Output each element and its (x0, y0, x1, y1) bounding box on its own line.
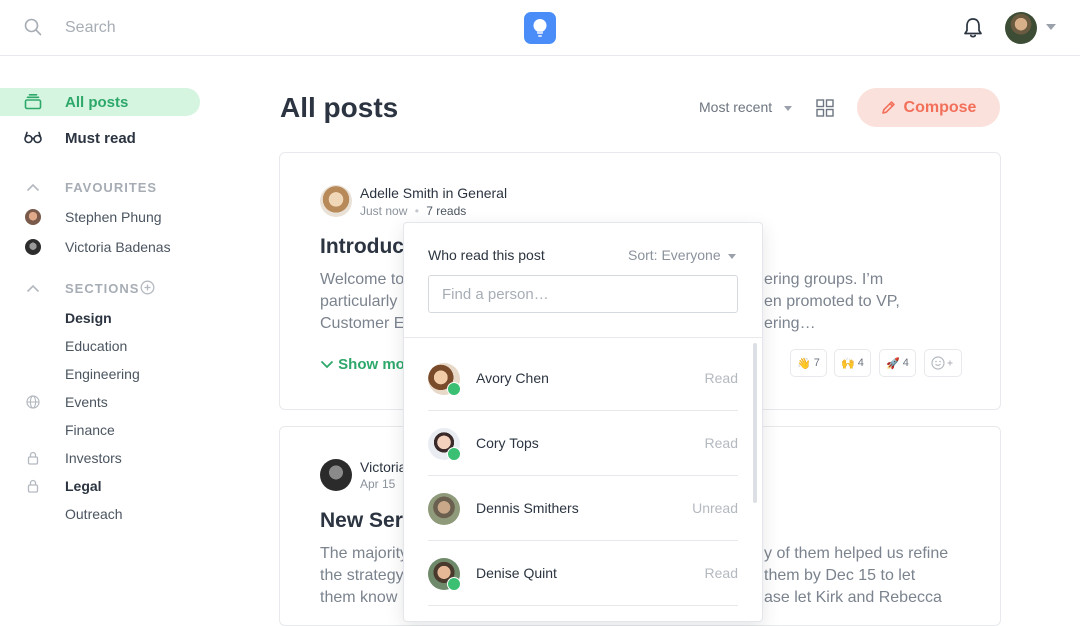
chevron-down-icon[interactable] (784, 106, 792, 111)
post-body-left: The majority the strategy them know (320, 545, 409, 606)
top-bar (0, 0, 1080, 56)
reader-name: Avory Chen (476, 370, 549, 386)
lock-icon (27, 451, 39, 465)
popup-title: Who read this post (428, 247, 545, 263)
post-title[interactable]: New Ser (320, 509, 403, 533)
show-more-link[interactable]: Show mor (320, 356, 411, 373)
reader-row[interactable]: Dennis Smithers Unread (428, 477, 738, 541)
post-body-left: Welcome to particularly Customer E (320, 271, 405, 332)
lock-icon (27, 479, 39, 493)
compose-button[interactable]: Compose (857, 88, 1000, 127)
page-title: All posts (280, 92, 399, 123)
read-check-icon (447, 577, 461, 591)
sidebar-item-label: Must read (65, 130, 136, 147)
find-person-input[interactable] (428, 275, 738, 313)
reader-status: Read (704, 370, 738, 386)
avatar (428, 493, 460, 525)
meta-dot: • (414, 204, 419, 218)
add-reaction-button[interactable] (924, 349, 962, 377)
chevron-up-icon (26, 183, 40, 192)
reaction-wave[interactable]: 👋 7 (790, 349, 827, 377)
reader-row[interactable]: Denise Quint Read (428, 542, 738, 606)
user-avatar[interactable] (1005, 12, 1037, 44)
glasses-icon (24, 131, 42, 144)
globe-icon (26, 395, 40, 409)
reader-name: Dennis Smithers (476, 500, 579, 516)
chevron-up-icon (26, 284, 40, 293)
lightbulb-icon (533, 19, 547, 37)
divider (404, 337, 762, 338)
reader-status: Read (704, 435, 738, 451)
compose-label: Compose (903, 98, 977, 116)
post-body-right: y of them helped us refine them by Dec 1… (764, 545, 949, 606)
reader-name: Cory Tops (476, 435, 539, 451)
sidebar-item-label: All posts (65, 94, 129, 111)
sidebar-item-all-posts[interactable]: All posts (0, 88, 200, 116)
reader-row[interactable]: Avory Chen Read (428, 347, 738, 411)
chevron-down-icon (320, 360, 334, 369)
reaction-raised-hands[interactable]: 🙌 4 (834, 349, 871, 377)
avatar (320, 459, 352, 491)
post-author[interactable]: Victoria (360, 459, 406, 475)
sort-dropdown[interactable]: Most recent (699, 99, 772, 115)
post-author[interactable]: Adelle Smith in General (360, 185, 507, 201)
bell-icon[interactable] (962, 16, 984, 40)
avatar (25, 239, 41, 255)
post-time: Just now (360, 204, 408, 218)
grid-view-icon[interactable] (816, 99, 834, 117)
post-reads[interactable]: 7 reads (426, 204, 466, 218)
reaction-rocket[interactable]: 🚀 4 (879, 349, 916, 377)
sidebar: All posts Must read FAVOURITES Stephen P… (0, 56, 230, 600)
avatar (320, 185, 352, 217)
add-section-icon[interactable] (140, 280, 155, 295)
scrollbar[interactable] (753, 343, 757, 503)
chevron-down-icon[interactable] (1046, 24, 1056, 30)
add-emoji-icon (931, 356, 953, 370)
reader-row[interactable]: Cory Tops Read (428, 412, 738, 476)
reader-name: Denise Quint (476, 565, 557, 581)
post-time: Apr 15 (360, 477, 396, 491)
post-title[interactable]: Introduc (320, 235, 404, 259)
read-check-icon (447, 382, 461, 396)
post-body-right: ering groups. I’m en promoted to VP, eri… (764, 271, 900, 332)
reader-status: Read (704, 565, 738, 581)
stack-icon (24, 94, 42, 110)
app-logo[interactable] (524, 12, 556, 44)
search-icon (24, 18, 42, 36)
search-input[interactable] (56, 14, 356, 42)
chevron-down-icon[interactable] (728, 254, 736, 259)
avatar (25, 209, 41, 225)
post-meta: Just now • 7 reads (360, 204, 466, 218)
reader-status: Unread (692, 500, 738, 516)
pencil-icon (881, 101, 895, 114)
readers-popup: Who read this post Sort: Everyone Avory … (403, 222, 763, 622)
readers-sort-dropdown[interactable]: Sort: Everyone (628, 247, 721, 263)
read-check-icon (447, 447, 461, 461)
